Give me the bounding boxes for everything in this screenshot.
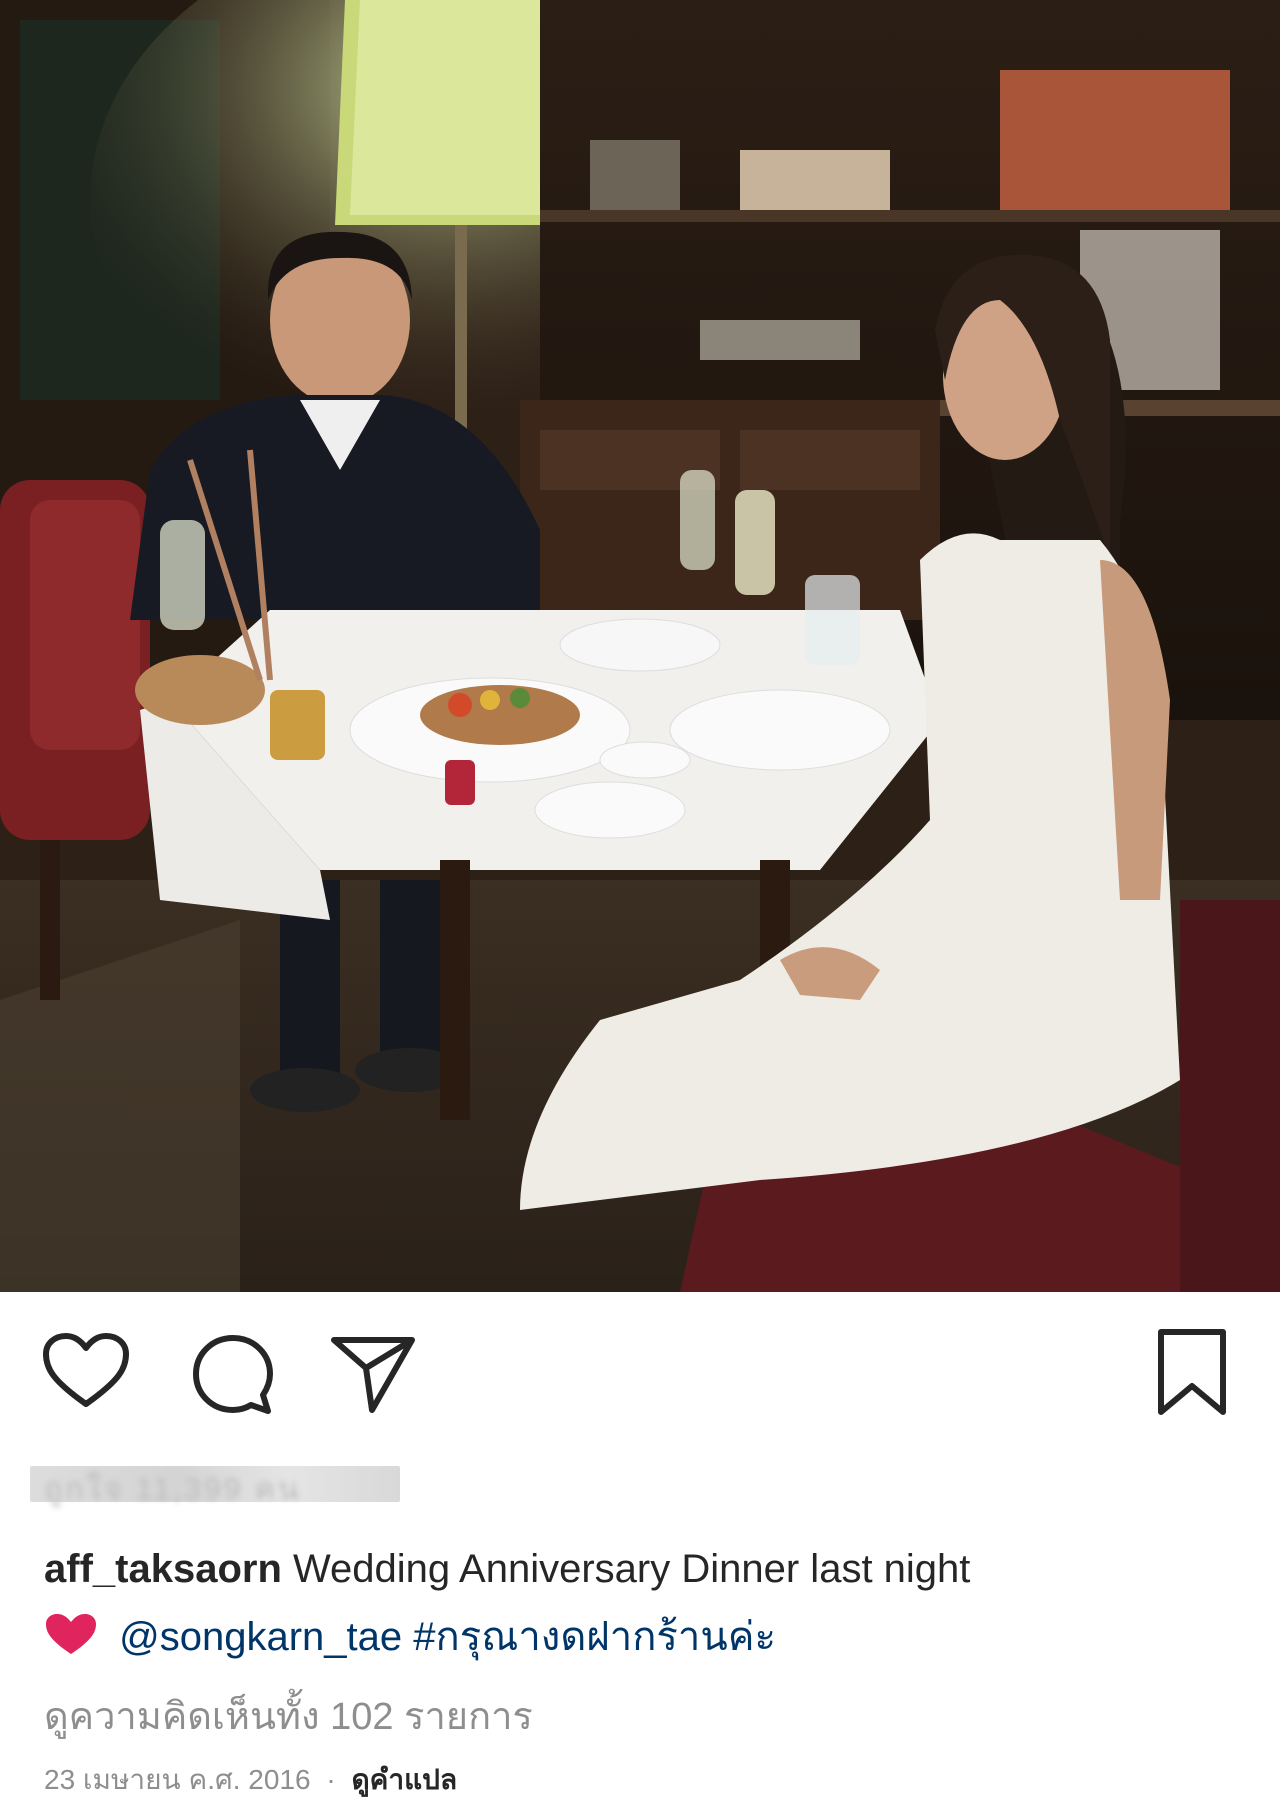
- comment-icon[interactable]: [190, 1332, 276, 1418]
- see-translation-link[interactable]: ดูคำแปล: [351, 1764, 457, 1795]
- post-date: 23 เมษายน ค.ศ. 2016: [44, 1764, 311, 1795]
- instagram-post: ถูกใจ 11,399 คน aff_taksaorn Wedding Ann…: [0, 0, 1280, 1814]
- username-link[interactable]: aff_taksaorn: [44, 1547, 282, 1591]
- caption-line-2: @songkarn_tae #กรุณางดฝากร้านค่ะ: [44, 1603, 1244, 1671]
- meta-separator: ·: [326, 1764, 336, 1795]
- action-bar: [0, 1292, 1280, 1432]
- likes-count[interactable]: ถูกใจ 11,399 คน: [30, 1462, 400, 1506]
- heart-icon[interactable]: [42, 1332, 130, 1410]
- share-icon[interactable]: [330, 1332, 416, 1414]
- post-meta: 23 เมษายน ค.ศ. 2016 · ดูคำแปล: [44, 1758, 457, 1802]
- caption-text: Wedding Anniversary Dinner last night: [293, 1547, 971, 1591]
- bookmark-icon[interactable]: [1155, 1328, 1229, 1418]
- photo-illustration: [0, 0, 1280, 1292]
- hashtag-link[interactable]: #กรุณางดฝากร้านค่ะ: [413, 1615, 776, 1659]
- post-caption: aff_taksaorn Wedding Anniversary Dinner …: [44, 1535, 1244, 1671]
- caption-line-1: aff_taksaorn Wedding Anniversary Dinner …: [44, 1535, 1244, 1603]
- post-photo[interactable]: [0, 0, 1280, 1292]
- heart-emoji-icon: [44, 1609, 98, 1654]
- mention-link[interactable]: @songkarn_tae: [119, 1615, 402, 1659]
- likes-text: ถูกใจ 11,399 คน: [44, 1473, 302, 1506]
- view-all-comments-link[interactable]: ดูความคิดเห็นทั้ง 102 รายการ: [44, 1685, 533, 1746]
